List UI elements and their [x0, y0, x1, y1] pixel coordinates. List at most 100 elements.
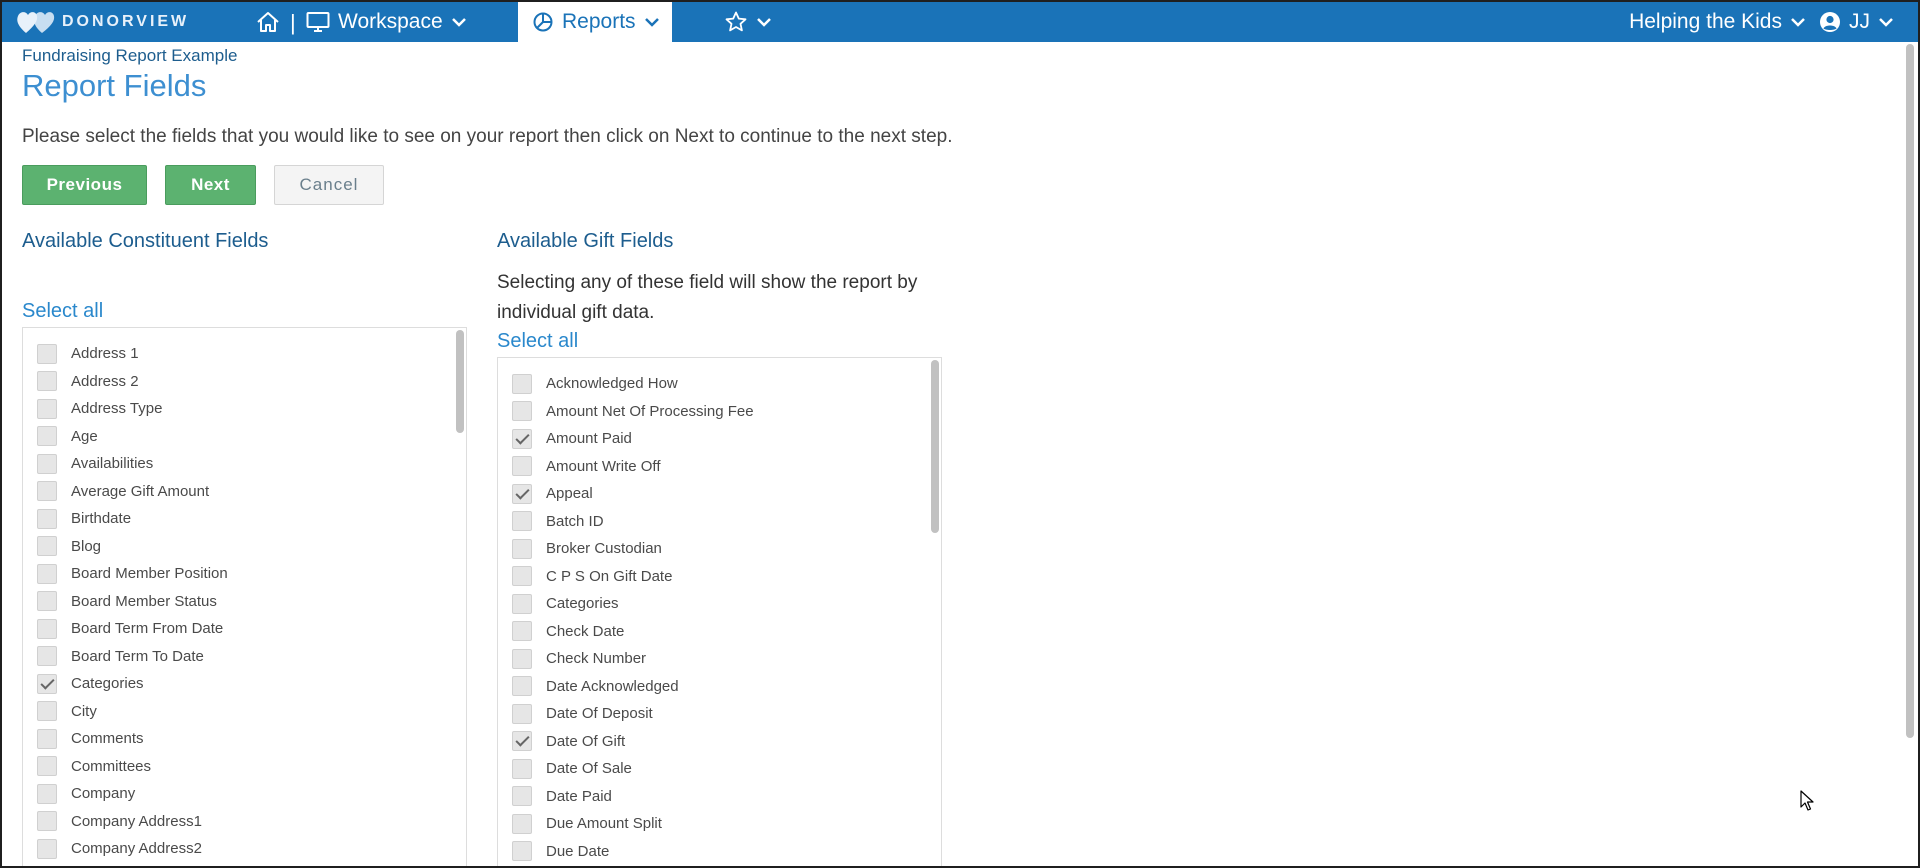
checkbox[interactable] — [37, 756, 57, 777]
checkbox[interactable] — [512, 511, 532, 532]
star-icon — [725, 11, 747, 32]
checkbox[interactable] — [512, 786, 532, 807]
gift-field-item[interactable]: C P S On Gift Date — [498, 563, 941, 591]
constituent-field-item[interactable]: Board Member Status — [23, 588, 466, 616]
nav-workspace-menu[interactable]: Workspace — [306, 2, 467, 42]
gift-field-item[interactable]: Amount Net Of Processing Fee — [498, 398, 941, 426]
constituent-select-all-link[interactable]: Select all — [22, 300, 103, 323]
gift-field-item[interactable]: Check Date — [498, 618, 941, 646]
checkbox[interactable] — [37, 646, 57, 667]
nav-favorites-menu[interactable] — [724, 2, 772, 42]
gift-fields-list[interactable]: Acknowledged How Amount Net Of Processing… — [497, 357, 942, 866]
checkbox[interactable] — [37, 618, 57, 639]
constituent-field-item[interactable]: Board Term From Date — [23, 615, 466, 643]
checkbox[interactable] — [37, 426, 57, 447]
checkbox[interactable] — [512, 676, 532, 697]
checkbox[interactable] — [37, 563, 57, 584]
constituent-fields-list[interactable]: Address 1 Address 2 Address Type Age Availab… — [22, 327, 467, 866]
gift-field-item[interactable]: Date Of Sale — [498, 755, 941, 783]
gift-field-item[interactable]: Date Paid — [498, 783, 941, 811]
constituent-field-item[interactable]: Availabilities — [23, 450, 466, 478]
gift-field-item[interactable]: Batch ID — [498, 508, 941, 536]
gift-field-item[interactable]: Acknowledged How — [498, 370, 941, 398]
nav-reports-menu[interactable]: Reports — [518, 2, 672, 42]
constituent-field-item[interactable]: Board Term To Date — [23, 643, 466, 671]
gift-fields-heading: Available Gift Fields — [497, 230, 674, 252]
checkbox[interactable] — [512, 703, 532, 724]
field-label: Due Date — [546, 842, 610, 860]
gift-field-item[interactable]: Categories — [498, 590, 941, 618]
checkbox[interactable] — [37, 701, 57, 722]
checkbox[interactable] — [37, 536, 57, 557]
checkbox[interactable] — [512, 456, 532, 477]
gift-field-item[interactable]: Date Of Gift — [498, 728, 941, 756]
checkbox[interactable] — [37, 371, 57, 392]
checkbox[interactable] — [512, 401, 532, 422]
checkbox[interactable] — [37, 811, 57, 832]
field-label: Categories — [71, 675, 144, 693]
gift-field-item[interactable]: Due Date — [498, 838, 941, 866]
checkbox[interactable] — [512, 841, 532, 862]
constituent-field-item[interactable]: Company — [23, 780, 466, 808]
checkbox[interactable] — [37, 453, 57, 474]
brand-logo[interactable]: DONORVIEW — [16, 8, 189, 36]
cancel-button[interactable]: Cancel — [274, 165, 384, 205]
constituent-field-item[interactable]: Age — [23, 423, 466, 451]
checkbox[interactable] — [512, 621, 532, 642]
checkbox[interactable] — [37, 343, 57, 364]
constituent-field-item[interactable]: Company Address1 — [23, 808, 466, 836]
checkbox[interactable] — [512, 813, 532, 834]
constituent-field-item[interactable]: Birthdate — [23, 505, 466, 533]
checkbox[interactable] — [512, 566, 532, 587]
checkbox[interactable] — [512, 648, 532, 669]
constituent-field-item[interactable]: City — [23, 698, 466, 726]
checkbox[interactable] — [37, 728, 57, 749]
checkbox[interactable] — [512, 758, 532, 779]
gift-field-item[interactable]: Due Amount Split — [498, 810, 941, 838]
constituent-list-scrollbar[interactable] — [456, 330, 464, 433]
constituent-field-item[interactable]: Blog — [23, 533, 466, 561]
checkbox[interactable] — [37, 398, 57, 419]
organization-menu[interactable]: Helping the Kids — [1629, 2, 1806, 42]
field-label: Average Gift Amount — [71, 482, 210, 500]
next-button[interactable]: Next — [165, 165, 256, 205]
home-button[interactable] — [256, 2, 280, 42]
checkbox[interactable] — [37, 838, 57, 859]
gift-field-item[interactable]: Appeal — [498, 480, 941, 508]
app-window: DONORVIEW | Workspace Reports Helping th… — [0, 0, 1920, 868]
field-label: Acknowledged How — [546, 375, 678, 393]
constituent-field-item[interactable]: Board Member Position — [23, 560, 466, 588]
gift-field-item[interactable]: Date Acknowledged — [498, 673, 941, 701]
checkbox[interactable] — [37, 481, 57, 502]
checkbox[interactable] — [37, 673, 57, 694]
page-scrollbar[interactable] — [1906, 44, 1914, 738]
checkbox[interactable] — [37, 783, 57, 804]
constituent-field-item[interactable]: Address Type — [23, 395, 466, 423]
checkbox[interactable] — [37, 591, 57, 612]
checkbox[interactable] — [37, 508, 57, 529]
checkbox[interactable] — [512, 428, 532, 449]
checkbox[interactable] — [512, 593, 532, 614]
brand-name: DONORVIEW — [62, 13, 190, 30]
constituent-field-item[interactable]: Company Address2 — [23, 835, 466, 863]
constituent-field-item[interactable]: Average Gift Amount — [23, 478, 466, 506]
constituent-field-item[interactable]: Committees — [23, 753, 466, 781]
constituent-field-item[interactable]: Address 1 — [23, 340, 466, 368]
gift-list-scrollbar[interactable] — [931, 360, 939, 533]
constituent-field-item[interactable]: Categories — [23, 670, 466, 698]
gift-field-item[interactable]: Check Number — [498, 645, 941, 673]
checkbox[interactable] — [512, 483, 532, 504]
user-menu[interactable]: JJ — [1819, 2, 1894, 42]
report-name: Fundraising Report Example — [22, 46, 238, 65]
checkbox[interactable] — [512, 373, 532, 394]
gift-field-item[interactable]: Amount Write Off — [498, 453, 941, 481]
gift-field-item[interactable]: Date Of Deposit — [498, 700, 941, 728]
previous-button[interactable]: Previous — [22, 165, 147, 205]
checkbox[interactable] — [512, 538, 532, 559]
constituent-field-item[interactable]: Address 2 — [23, 368, 466, 396]
gift-field-item[interactable]: Amount Paid — [498, 425, 941, 453]
gift-select-all-link[interactable]: Select all — [497, 330, 578, 353]
constituent-field-item[interactable]: Comments — [23, 725, 466, 753]
checkbox[interactable] — [512, 731, 532, 752]
gift-field-item[interactable]: Broker Custodian — [498, 535, 941, 563]
